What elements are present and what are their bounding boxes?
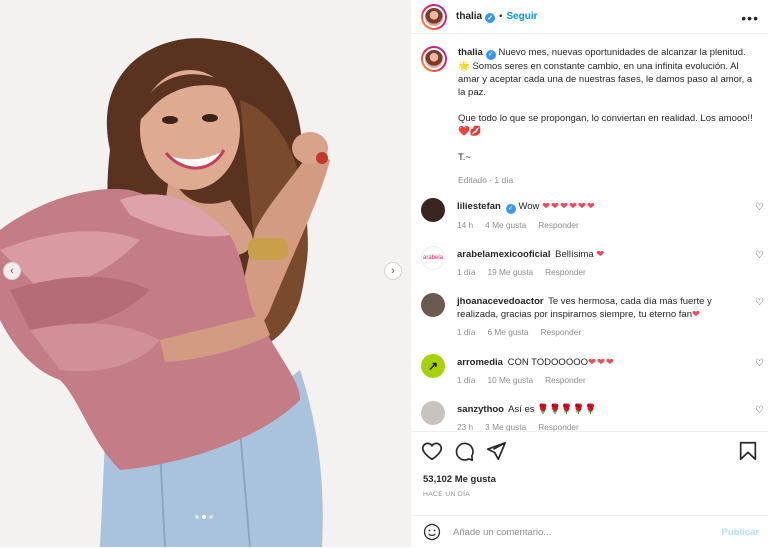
carousel-dot-active — [202, 515, 206, 519]
carousel-indicator — [195, 515, 213, 519]
heart-icon[interactable] — [421, 440, 443, 462]
post-caption: thalia ✓ Nuevo mes, nuevas oportunidades … — [421, 46, 757, 187]
commenter-avatar[interactable] — [421, 293, 445, 317]
comment-time[interactable]: 14 h — [457, 219, 473, 232]
next-image-button[interactable]: › — [384, 262, 402, 280]
comment-time[interactable]: 23 h — [457, 421, 473, 431]
comment-emoji: ❤❤❤ — [588, 357, 615, 368]
commenter-avatar[interactable] — [421, 198, 445, 222]
reply-button[interactable]: Responder — [545, 374, 586, 387]
emoji-icon[interactable] — [423, 523, 441, 541]
comment-item: jhoanacevedoactor Te ves hermosa, cada d… — [421, 293, 766, 339]
reply-button[interactable]: Responder — [541, 326, 582, 339]
comment-likes[interactable]: 19 Me gusta — [487, 266, 533, 279]
comment-item: liliestefan ✓ Wow ❤❤❤❤❤❤ 14 h 4 Me gusta Re… — [421, 198, 766, 232]
arrow-logo-icon: ↗ — [427, 359, 439, 373]
post-side-panel: thalia ✓ • Seguir ••• thalia ✓ Nuevo mes, … — [410, 0, 768, 547]
comments-feed[interactable]: thalia ✓ Nuevo mes, nuevas oportunidades … — [411, 34, 768, 431]
add-comment-bar: Publicar — [411, 515, 768, 548]
comment-input[interactable] — [453, 526, 703, 538]
publish-button[interactable]: Publicar — [722, 527, 760, 538]
comment-like-heart-icon[interactable]: ♡ — [755, 358, 764, 369]
comment-emoji: ❤ — [596, 249, 606, 260]
caption-meta: Editado · 1 día — [458, 174, 514, 185]
comment-likes[interactable]: 10 Me gusta — [487, 374, 533, 387]
commenter-avatar[interactable]: arabela — [421, 246, 445, 270]
comment-text: Bellísima — [555, 249, 594, 260]
commenter-username[interactable]: arabelamexicooficial — [457, 249, 550, 260]
previous-image-button[interactable]: ‹ — [3, 262, 21, 280]
caption-author-avatar[interactable] — [421, 46, 447, 72]
comment-item: ↗ arromedia CON TODOOOOO❤❤❤ 1 día 10 Me g… — [421, 354, 766, 387]
post-header: thalia ✓ • Seguir ••• — [411, 0, 768, 34]
comment-likes[interactable]: 3 Me gusta — [485, 421, 526, 431]
likes-count[interactable]: 53,102 Me gusta — [423, 474, 496, 485]
bookmark-icon[interactable] — [737, 440, 759, 462]
post-timestamp[interactable]: HACE UN DÍA — [423, 491, 470, 498]
comment-emoji: ❤ — [691, 309, 701, 320]
comment-icon[interactable] — [453, 440, 475, 462]
reply-button[interactable]: Responder — [545, 266, 586, 279]
commenter-username[interactable]: sanzythoo — [457, 404, 504, 415]
comment-like-heart-icon[interactable]: ♡ — [755, 202, 764, 213]
caption-author-username[interactable]: thalia — [458, 47, 483, 58]
more-options-icon[interactable]: ••• — [741, 10, 759, 26]
comment-like-heart-icon[interactable]: ♡ — [755, 297, 764, 308]
caption-paragraph-2: Que todo lo que se propongan, lo convier… — [458, 112, 753, 137]
reply-button[interactable]: Responder — [538, 219, 579, 232]
post-media: ‹ › — [0, 0, 410, 547]
reply-button[interactable]: Responder — [538, 421, 579, 431]
author-username[interactable]: thalia ✓ — [456, 11, 496, 23]
verified-badge-icon: ✓ — [485, 49, 496, 60]
author-avatar[interactable] — [421, 3, 447, 30]
instagram-post: ‹ › thalia ✓ • Seguir ••• thalia ✓ Nuevo m… — [0, 0, 768, 547]
carousel-dot — [195, 515, 199, 519]
commenter-username[interactable]: jhoanacevedoactor — [457, 296, 544, 307]
commenter-username[interactable]: arromedia — [457, 357, 503, 368]
caption-text: Nuevo mes, nuevas oportunidades de alcan… — [458, 47, 753, 98]
comment-like-heart-icon[interactable]: ♡ — [755, 405, 764, 416]
post-photo — [0, 0, 410, 547]
comment-text: Así es — [508, 404, 535, 415]
comment-item: arabela arabelamexicooficial Bellísima ❤… — [421, 246, 766, 279]
comment-time[interactable]: 1 día — [457, 266, 475, 279]
comment-like-heart-icon[interactable]: ♡ — [755, 250, 764, 261]
action-bar — [421, 440, 507, 462]
comment-text: CON TODOOOOO — [507, 357, 588, 368]
comment-likes[interactable]: 6 Me gusta — [487, 326, 528, 339]
post-actions-section: 53,102 Me gusta HACE UN DÍA Publicar — [411, 431, 768, 547]
header-separator: • — [499, 11, 503, 22]
comment-text: Wow — [518, 201, 540, 212]
caption-paragraph-1: thalia ✓ Nuevo mes, nuevas oportunidades … — [458, 46, 757, 99]
comment-likes[interactable]: 4 Me gusta — [485, 219, 526, 232]
comment-emoji: 🌹🌹🌹🌹🌹 — [537, 404, 597, 415]
commenter-avatar[interactable] — [421, 401, 445, 425]
arabela-logo: arabela — [422, 255, 443, 261]
carousel-dot — [209, 515, 213, 519]
share-icon[interactable] — [485, 440, 507, 462]
comment-item: sanzythoo Así es 🌹🌹🌹🌹🌹 23 h 3 Me gusta Res… — [421, 401, 766, 431]
comment-time[interactable]: 1 día — [457, 326, 475, 339]
commenter-avatar[interactable]: ↗ — [421, 354, 445, 378]
verified-badge-icon: ✓ — [505, 203, 516, 214]
comment-time[interactable]: 1 día — [457, 374, 475, 387]
caption-signature: T.~ — [458, 151, 471, 163]
commenter-username[interactable]: liliestefan — [457, 201, 501, 212]
follow-button[interactable]: Seguir — [506, 11, 537, 22]
comment-emoji: ❤❤❤❤❤❤ — [542, 201, 596, 212]
verified-badge-icon: ✓ — [485, 12, 496, 23]
